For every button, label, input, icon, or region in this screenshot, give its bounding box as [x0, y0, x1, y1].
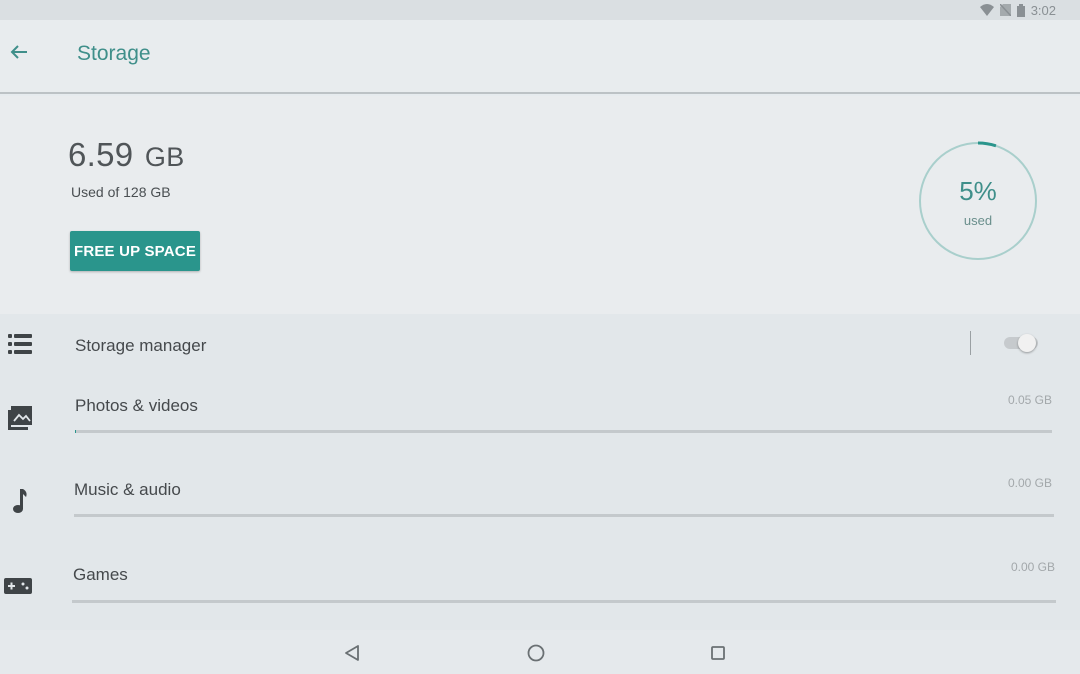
used-unit: GB	[144, 142, 185, 172]
music-audio-label: Music & audio	[74, 480, 181, 499]
nav-recents-button[interactable]	[703, 638, 733, 668]
games-usage-bar	[72, 600, 1056, 603]
nav-back-icon	[345, 645, 359, 661]
used-amount: 6.59 GB	[68, 136, 185, 174]
nav-home-icon	[527, 644, 545, 662]
usage-percent: 5%	[959, 176, 997, 206]
music-audio-size: 0.00 GB	[1007, 476, 1052, 490]
status-time: 3:02	[1030, 2, 1056, 18]
storage-manager-toggle[interactable]	[1004, 334, 1038, 352]
used-value: 6.59	[68, 136, 134, 173]
list-item-storage-manager[interactable]: Storage manager	[0, 314, 1080, 374]
storage-manager-icon	[6, 330, 34, 358]
wifi-icon	[979, 4, 994, 16]
battery-icon	[1016, 3, 1025, 17]
music-note-icon	[6, 488, 34, 516]
back-button[interactable]	[4, 37, 34, 67]
navigation-bar	[0, 630, 1080, 674]
usage-caption: used	[963, 213, 993, 228]
no-sim-icon	[999, 4, 1011, 16]
app-bar: Storage	[0, 20, 1080, 94]
photos-videos-usage-bar	[75, 430, 1052, 433]
photos-videos-label: Photos & videos	[75, 396, 198, 415]
toggle-thumb	[1018, 334, 1036, 352]
nav-home-button[interactable]	[521, 638, 551, 668]
music-audio-usage-bar	[74, 514, 1054, 517]
gamepad-icon	[3, 572, 33, 600]
list-item-photos-videos[interactable]: Photos & videos 0.05 GB	[0, 374, 1080, 458]
games-size: 0.00 GB	[1010, 560, 1055, 574]
games-label: Games	[73, 565, 128, 584]
storage-list: Storage manager Photos & videos 0.05 GB	[0, 314, 1080, 630]
nav-recents-icon	[711, 646, 725, 660]
page-title: Storage	[77, 42, 151, 65]
usage-ring-arc	[977, 141, 997, 148]
free-up-space-button[interactable]: FREE UP SPACE	[70, 231, 200, 271]
photos-videos-size: 0.05 GB	[1007, 393, 1052, 407]
nav-back-button[interactable]	[337, 638, 367, 668]
storage-summary: 6.59 GB Used of 128 GB FREE UP SPACE 5% …	[0, 96, 1080, 314]
storage-manager-label: Storage manager	[75, 336, 207, 355]
list-item-games[interactable]: Games 0.00 GB	[0, 542, 1080, 628]
used-of-total: Used of 128 GB	[71, 184, 171, 200]
photos-icon	[6, 404, 34, 432]
toggle-divider	[970, 331, 971, 355]
status-bar: 3:02	[0, 0, 1080, 20]
arrow-back-icon	[10, 45, 27, 59]
list-item-music-audio[interactable]: Music & audio 0.00 GB	[0, 458, 1080, 542]
